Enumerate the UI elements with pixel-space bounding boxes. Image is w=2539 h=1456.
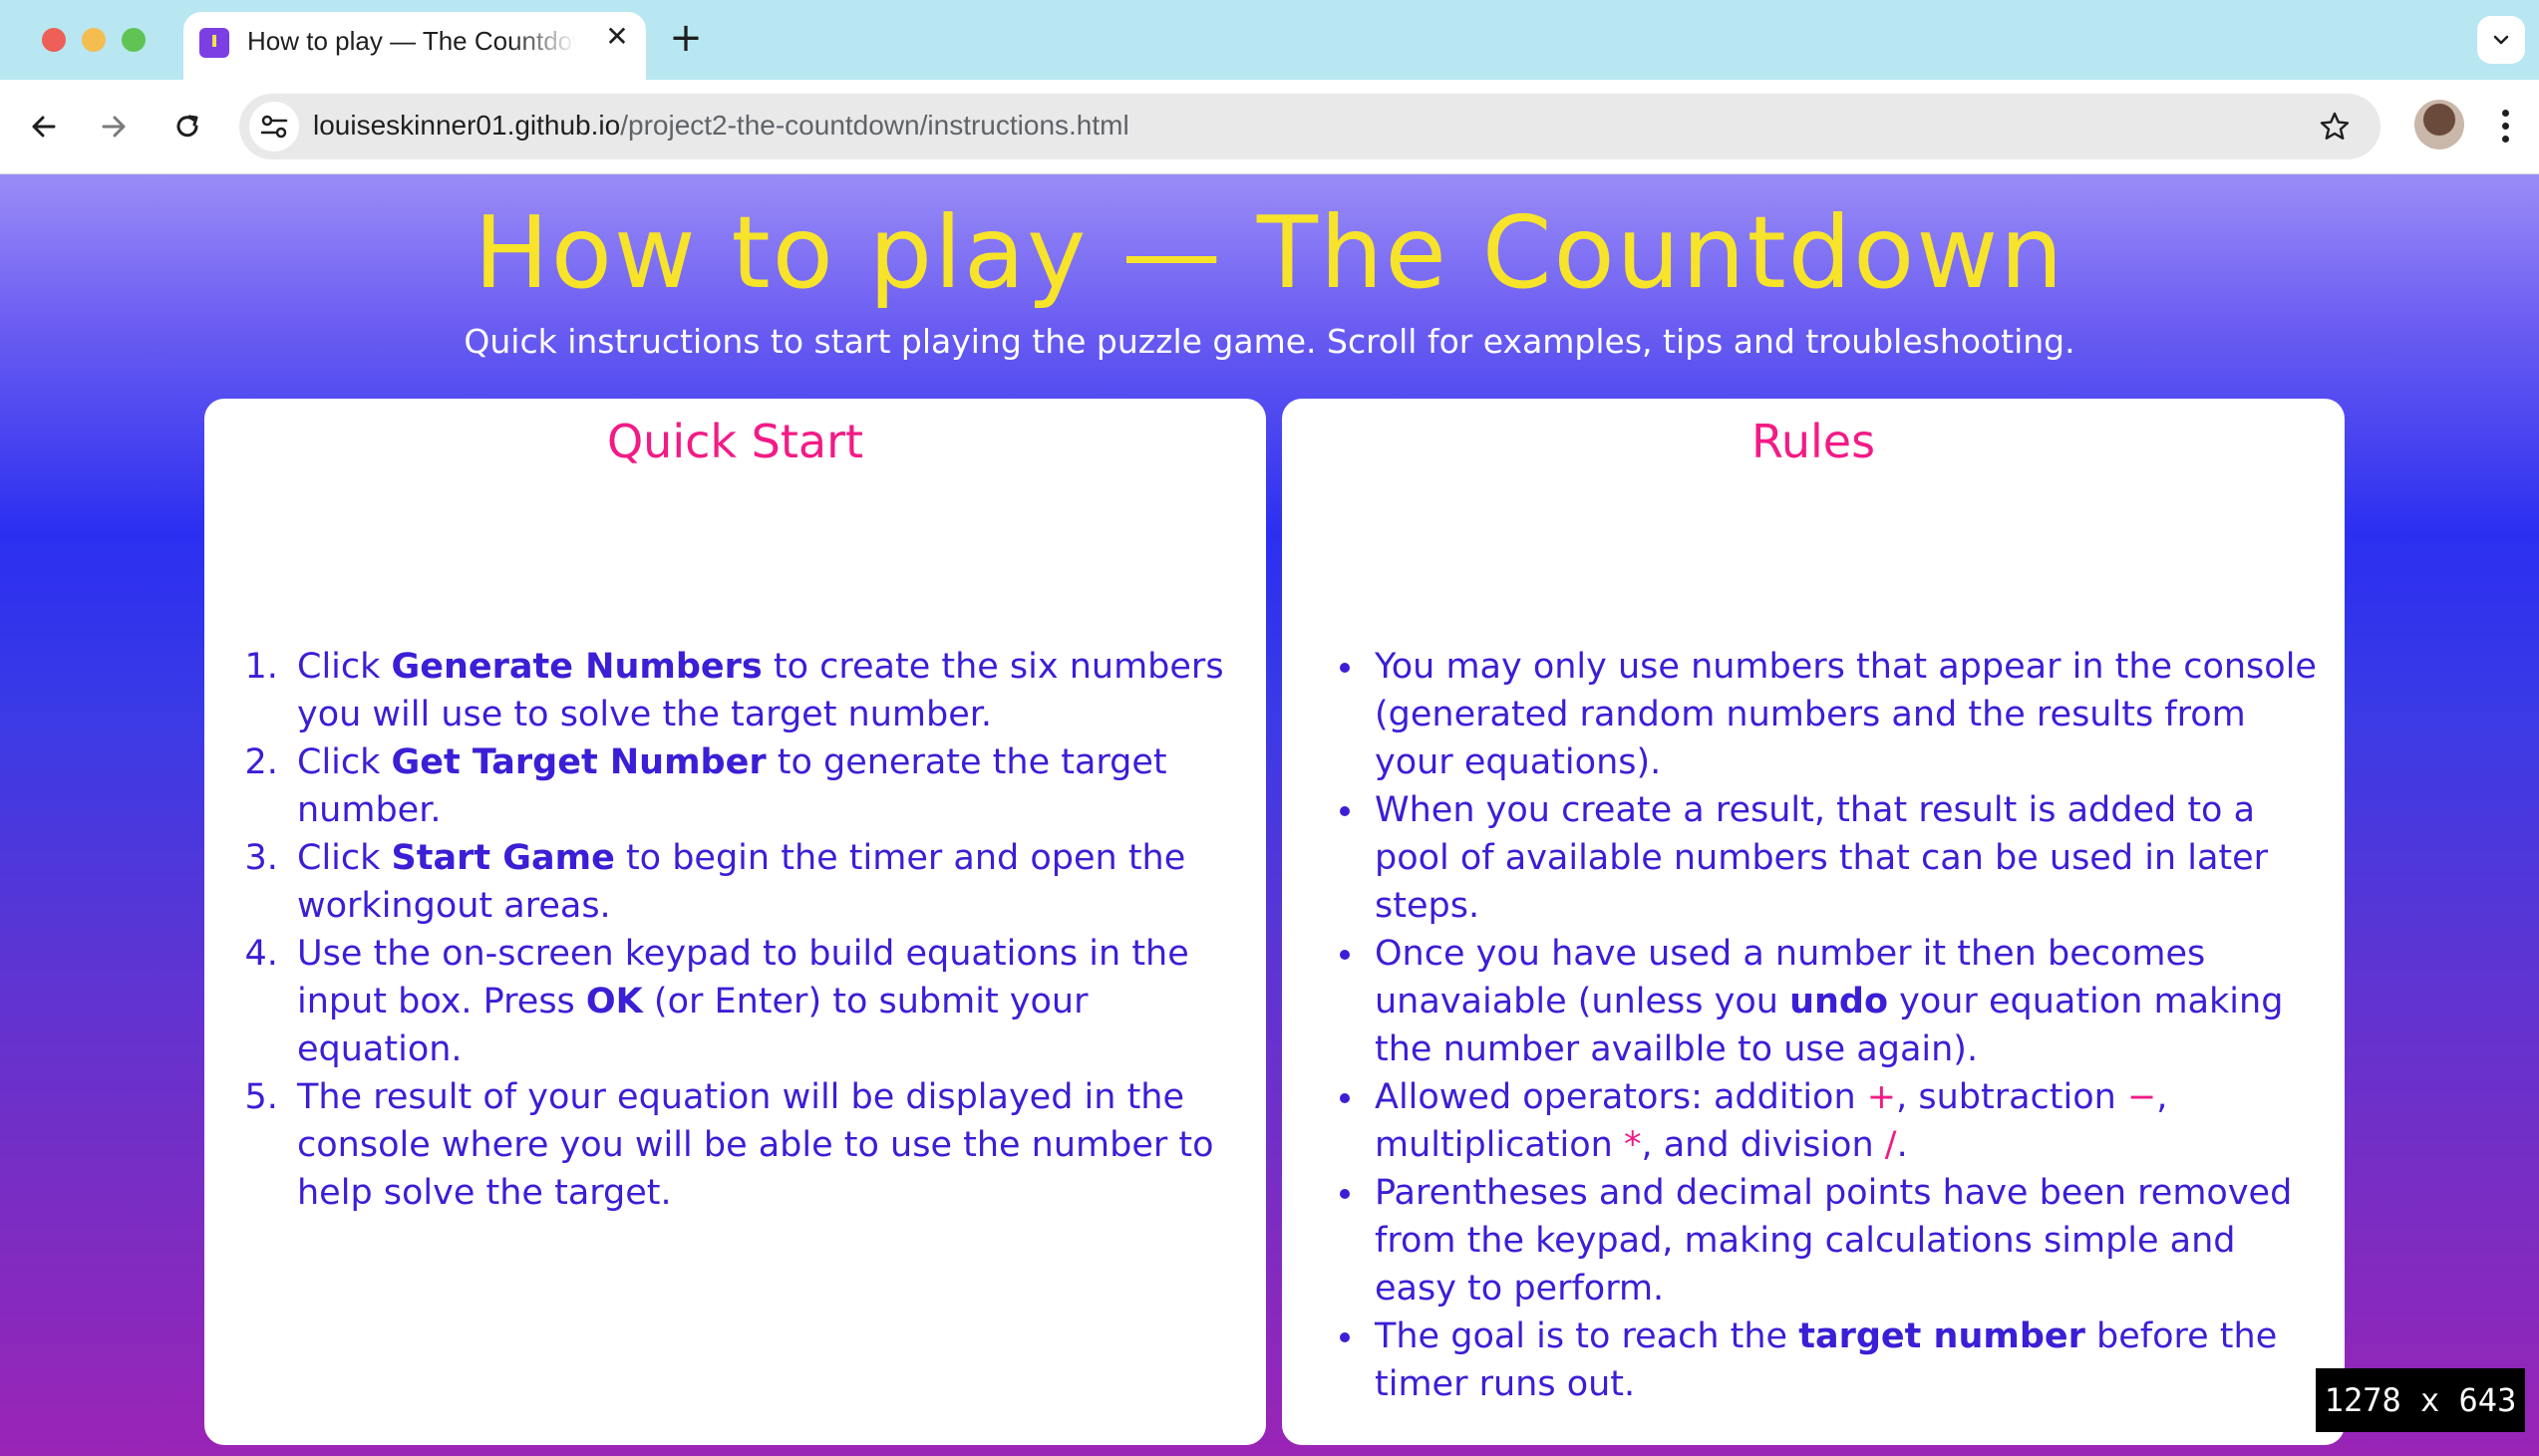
quick-start-heading: Quick Start [606, 415, 864, 468]
tab-close-icon[interactable]: ✕ [602, 22, 632, 52]
quick-start-step: Use the on-screen keypad to build equati… [289, 930, 1236, 1073]
page-title: How to play — The Countdown [474, 194, 2065, 311]
minus-operator: − [2126, 1077, 2157, 1117]
page-content: How to play — The Countdown Quick instru… [0, 174, 2539, 1456]
rule-item: You may only use numbers that appear in … [1367, 643, 2324, 786]
quick-start-step: The result of your equation will be disp… [289, 1073, 1236, 1217]
rule-item: Parentheses and decimal points have been… [1367, 1169, 2324, 1312]
profile-avatar[interactable] [2414, 100, 2464, 149]
reload-icon [176, 115, 198, 138]
favicon-icon [199, 28, 229, 58]
url-text[interactable]: louiseskinner01.github.io/project2-the-c… [313, 110, 1129, 142]
ok-label: OK [585, 982, 643, 1021]
more-menu-icon[interactable] [2490, 104, 2520, 147]
browser-tab-bar: How to play — The Countdown ✕ + [0, 0, 2539, 80]
browser-tab-active[interactable]: How to play — The Countdown ✕ [183, 12, 646, 80]
tab-title: How to play — The Countdown [247, 26, 576, 56]
site-info-button[interactable] [249, 102, 299, 151]
rules-heading: Rules [1750, 415, 1876, 468]
generate-numbers-label: Generate Numbers [391, 647, 763, 687]
rules-list: You may only use numbers that appear in … [1367, 643, 2324, 1408]
multiply-operator: * [1623, 1125, 1642, 1165]
quick-start-step: Click Get Target Number to generate the … [289, 738, 1236, 834]
quick-start-step: Click Start Game to begin the timer and … [289, 834, 1236, 930]
arrow-left-icon [32, 116, 56, 138]
minimize-window-button[interactable] [82, 28, 106, 52]
rule-item: The goal is to reach the target number b… [1367, 1312, 2324, 1408]
undo-label: undo [1789, 982, 1888, 1021]
close-window-button[interactable] [42, 28, 66, 52]
quick-start-card: Quick Start Click Generate Numbers to cr… [204, 399, 1266, 1445]
zoom-window-button[interactable] [122, 28, 146, 52]
address-bar[interactable]: louiseskinner01.github.io/project2-the-c… [239, 94, 2380, 159]
back-button[interactable] [22, 105, 66, 148]
tab-search-button[interactable] [2477, 16, 2525, 64]
plus-operator: + [1866, 1077, 1897, 1117]
tune-icon [260, 115, 288, 139]
arrow-right-icon [102, 116, 126, 138]
browser-toolbar: louiseskinner01.github.io/project2-the-c… [0, 80, 2539, 174]
url-path: /project2-the-countdown/instructions.htm… [620, 110, 1129, 141]
chevron-down-icon [2493, 35, 2509, 45]
get-target-number-label: Get Target Number [391, 742, 767, 782]
page-subtitle: Quick instructions to start playing the … [464, 322, 2075, 361]
forward-button[interactable] [92, 105, 136, 148]
rules-card: Rules You may only use numbers that appe… [1282, 399, 2345, 1445]
quick-start-steps: Click Generate Numbers to create the six… [289, 643, 1236, 1217]
rule-item: Once you have used a number it then beco… [1367, 930, 2324, 1073]
new-tab-button[interactable]: + [666, 18, 706, 58]
window-size-badge: 1278 x 643 [2316, 1368, 2525, 1432]
divide-operator: / [1884, 1125, 1897, 1165]
rule-item: Allowed operators: addition +, subtracti… [1367, 1073, 2324, 1169]
bookmark-star-icon[interactable] [2319, 111, 2351, 143]
rule-item: When you create a result, that result is… [1367, 786, 2324, 930]
quick-start-step: Click Generate Numbers to create the six… [289, 643, 1236, 738]
reload-button[interactable] [165, 105, 209, 148]
start-game-label: Start Game [391, 838, 615, 878]
url-host: louiseskinner01.github.io [313, 110, 621, 141]
target-number-label: target number [1798, 1316, 2085, 1356]
